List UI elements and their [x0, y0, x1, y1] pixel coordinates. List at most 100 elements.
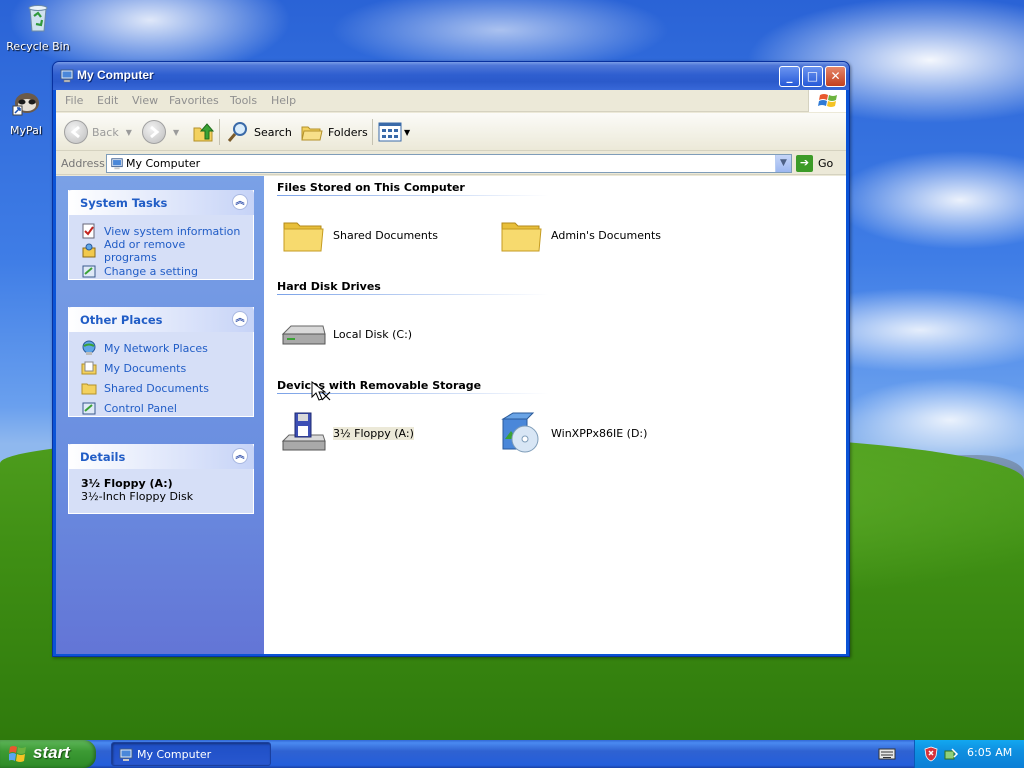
- recycle-bin-icon: [28, 5, 48, 32]
- my-computer-icon: [60, 69, 74, 83]
- my-computer-window: My Computer _ □ ✕ File Edit View Favorit…: [52, 61, 850, 657]
- go-arrow-icon: ➔: [796, 155, 813, 172]
- folder-icon: [501, 222, 542, 252]
- taskbar-button-my-computer[interactable]: My Computer: [111, 742, 271, 766]
- hard-disk-icon: [281, 325, 326, 345]
- desktop-icon-recycle-bin[interactable]: Recycle Bin: [0, 2, 76, 53]
- address-bar: Address My Computer ▼ ➔ Go: [56, 152, 846, 175]
- chevron-down-icon: ▼: [780, 158, 787, 168]
- menu-bar: File Edit View Favorites Tools Help: [56, 90, 846, 112]
- clock[interactable]: 6:05 AM: [967, 746, 1012, 759]
- cd-drive-icon: [501, 412, 539, 453]
- content-pane: Files Stored on This Computer Shared Doc…: [264, 176, 846, 654]
- system-info-icon: [82, 223, 95, 239]
- taskbar: start My Computer 6:05 AM: [0, 740, 1024, 768]
- panel-title: Details: [80, 450, 126, 464]
- panel-title: Other Places: [80, 313, 163, 327]
- menu-view[interactable]: View: [132, 94, 158, 107]
- security-shield-icon[interactable]: [923, 746, 939, 762]
- keyboard-icon[interactable]: [878, 747, 896, 761]
- collapse-icon[interactable]: ︽: [232, 194, 248, 210]
- place-control-panel[interactable]: Control Panel: [81, 398, 241, 418]
- maximize-button[interactable]: □: [802, 66, 823, 87]
- close-button[interactable]: ✕: [825, 66, 846, 87]
- window-title: My Computer: [77, 68, 154, 82]
- place-my-documents[interactable]: My Documents: [81, 358, 241, 378]
- menu-favorites[interactable]: Favorites: [169, 94, 219, 107]
- start-label: start: [33, 743, 70, 762]
- other-places-header[interactable]: Other Places ︽: [68, 307, 254, 332]
- details-panel: Details ︽ 3½ Floppy (A:) 3½-Inch Floppy …: [68, 444, 254, 514]
- item-shared-documents[interactable]: Shared Documents: [279, 211, 438, 259]
- up-folder-icon: [193, 123, 215, 142]
- item-local-disk-c[interactable]: Local Disk (C:): [279, 310, 412, 358]
- safely-remove-hardware-icon[interactable]: [943, 746, 959, 762]
- details-item-name: 3½ Floppy (A:): [81, 477, 173, 490]
- collapse-icon[interactable]: ︽: [232, 311, 248, 327]
- details-header[interactable]: Details ︽: [68, 444, 254, 469]
- system-tray: 6:05 AM: [914, 740, 1024, 768]
- control-panel-icon: [82, 402, 96, 415]
- toolbar-separator: [219, 119, 220, 145]
- back-dropdown-icon[interactable]: ▼: [126, 128, 132, 137]
- folders-button[interactable]: Folders: [300, 118, 368, 146]
- system-tasks-panel: System Tasks ︽ View system information A…: [68, 190, 254, 280]
- control-panel-icon: [82, 265, 96, 278]
- group-header-hard-disks: Hard Disk Drives: [277, 280, 381, 293]
- desktop-icon-mypal[interactable]: MyPal: [0, 86, 52, 137]
- views-dropdown-icon[interactable]: ▼: [404, 128, 410, 137]
- windows-flag-icon: [9, 746, 26, 762]
- mypal-icon: [12, 93, 39, 116]
- menu-tools[interactable]: Tools: [230, 94, 257, 107]
- windows-flag-icon: [818, 94, 837, 107]
- up-folder-button[interactable]: [191, 118, 215, 146]
- folder-icon: [283, 222, 324, 252]
- minimize-button[interactable]: _: [779, 66, 800, 87]
- my-computer-icon: [111, 158, 123, 170]
- address-label: Address: [61, 157, 105, 170]
- standard-toolbar: Back ▼ ▼ Search Folders ▼: [56, 113, 846, 151]
- floppy-drive-icon: [281, 412, 326, 451]
- collapse-icon[interactable]: ︽: [232, 448, 248, 464]
- group-divider: [277, 294, 549, 295]
- views-button[interactable]: ▼: [378, 118, 410, 146]
- item-admins-documents[interactable]: Admin's Documents: [497, 211, 661, 259]
- group-header-files: Files Stored on This Computer: [277, 181, 465, 194]
- close-icon: ✕: [830, 69, 841, 83]
- group-header-removable: Devices with Removable Storage: [277, 379, 482, 392]
- item-floppy-a[interactable]: 3½ Floppy (A:): [279, 409, 414, 457]
- task-change-a-setting[interactable]: Change a setting: [81, 261, 241, 281]
- add-remove-programs-icon: [82, 243, 96, 258]
- place-shared-documents[interactable]: Shared Documents: [81, 378, 241, 398]
- group-divider: [277, 195, 549, 196]
- toolbar-separator: [372, 119, 373, 145]
- network-places-icon: [82, 340, 96, 355]
- details-item-type: 3½-Inch Floppy Disk: [81, 490, 194, 503]
- place-my-network-places[interactable]: My Network Places: [81, 338, 241, 358]
- minimize-icon: _: [786, 69, 793, 83]
- forward-arrow-icon: [142, 120, 166, 144]
- menu-help[interactable]: Help: [271, 94, 296, 107]
- forward-dropdown-icon[interactable]: ▼: [173, 128, 179, 137]
- maximize-icon: □: [806, 69, 819, 83]
- back-arrow-icon: [64, 120, 88, 144]
- panel-title: System Tasks: [80, 196, 168, 210]
- back-button[interactable]: Back ▼: [64, 118, 132, 146]
- window-client-area: File Edit View Favorites Tools Help Back…: [56, 90, 846, 654]
- system-tasks-header[interactable]: System Tasks ︽: [68, 190, 254, 215]
- task-add-remove-programs[interactable]: Add or remove programs: [81, 238, 241, 264]
- start-button[interactable]: start: [0, 740, 96, 768]
- go-button[interactable]: ➔ Go: [796, 154, 842, 173]
- title-bar[interactable]: My Computer _ □ ✕: [53, 62, 849, 90]
- forward-button[interactable]: ▼: [142, 118, 179, 146]
- address-dropdown-button[interactable]: ▼: [775, 155, 791, 172]
- search-button[interactable]: Search: [226, 118, 292, 146]
- views-icon: [378, 122, 402, 142]
- address-input[interactable]: My Computer ▼: [106, 154, 792, 173]
- item-cd-drive-d[interactable]: WinXPPx86IE (D:): [497, 409, 647, 457]
- my-computer-icon: [119, 748, 133, 761]
- my-documents-icon: [81, 361, 97, 375]
- search-icon: [227, 122, 247, 142]
- menu-edit[interactable]: Edit: [97, 94, 118, 107]
- menu-file[interactable]: File: [65, 94, 83, 107]
